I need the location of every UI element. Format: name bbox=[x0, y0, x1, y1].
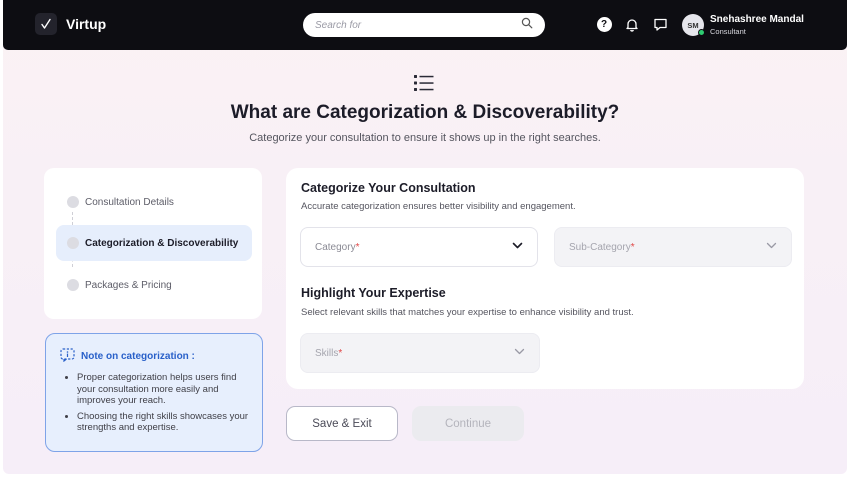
skills-select-label: Skills bbox=[315, 347, 339, 359]
category-select[interactable]: Category * bbox=[300, 227, 538, 267]
info-note-icon bbox=[60, 348, 75, 365]
brand-logo-icon bbox=[35, 13, 57, 35]
progress-stepper: Consultation Details Categorization & Di… bbox=[44, 168, 262, 319]
user-name[interactable]: Snehashree Mandal bbox=[710, 14, 804, 25]
brand-name: Virtup bbox=[66, 16, 107, 32]
step-label: Categorization & Discoverability bbox=[85, 237, 239, 249]
step-packages-pricing[interactable]: Packages & Pricing bbox=[56, 267, 252, 303]
user-role: Consultant bbox=[710, 27, 746, 36]
search-bar[interactable] bbox=[303, 13, 545, 37]
note-point: Proper categorization helps users find y… bbox=[77, 372, 250, 407]
categorization-note: Note on categorization : Proper categori… bbox=[45, 333, 263, 452]
subcategory-select-label: Sub-Category bbox=[569, 241, 631, 253]
expertise-section-description: Select relevant skills that matches your… bbox=[301, 307, 634, 318]
categorization-form-card: Categorize Your Consultation Accurate ca… bbox=[286, 168, 804, 389]
top-nav-bar: Virtup ? SM Snehashree Mandal Consultant bbox=[3, 0, 847, 50]
chevron-down-icon bbox=[514, 348, 525, 359]
step-label: Packages & Pricing bbox=[85, 279, 172, 291]
online-status-dot bbox=[698, 29, 705, 36]
chevron-down-icon bbox=[766, 242, 777, 253]
save-exit-button[interactable]: Save & Exit bbox=[286, 406, 398, 441]
step-dot bbox=[67, 279, 79, 291]
bell-icon[interactable] bbox=[623, 15, 641, 33]
page-title: What are Categorization & Discoverabilit… bbox=[230, 102, 620, 123]
step-dot bbox=[67, 237, 79, 249]
step-consultation-details[interactable]: Consultation Details bbox=[56, 184, 252, 220]
list-icon bbox=[413, 73, 435, 98]
help-icon[interactable]: ? bbox=[595, 15, 613, 33]
step-dot bbox=[67, 196, 79, 208]
categorize-section-title: Categorize Your Consultation bbox=[301, 181, 476, 195]
category-select-label: Category bbox=[315, 241, 356, 253]
step-categorization-discoverability[interactable]: Categorization & Discoverability bbox=[56, 225, 252, 261]
message-icon[interactable] bbox=[651, 15, 669, 33]
subcategory-select[interactable]: Sub-Category * bbox=[554, 227, 792, 267]
note-title: Note on categorization : bbox=[81, 351, 195, 362]
page: Virtup ? SM Snehashree Mandal Consultant bbox=[3, 0, 847, 474]
search-icon[interactable] bbox=[521, 16, 533, 34]
note-list: Proper categorization helps users find y… bbox=[60, 372, 250, 434]
step-label: Consultation Details bbox=[85, 196, 174, 208]
search-input[interactable] bbox=[315, 19, 521, 31]
required-mark: * bbox=[355, 241, 360, 253]
chevron-down-icon bbox=[512, 242, 523, 253]
required-mark: * bbox=[630, 241, 635, 253]
categorize-section-description: Accurate categorization ensures better v… bbox=[301, 201, 576, 212]
skills-select[interactable]: Skills * bbox=[300, 333, 540, 373]
expertise-section-title: Highlight Your Expertise bbox=[301, 286, 446, 300]
continue-button[interactable]: Continue bbox=[412, 406, 524, 441]
brand[interactable]: Virtup bbox=[35, 13, 106, 35]
note-point: Choosing the right skills showcases your… bbox=[77, 411, 250, 434]
required-mark: * bbox=[338, 347, 343, 359]
page-subtitle: Categorize your consultation to ensure i… bbox=[249, 132, 601, 144]
avatar[interactable]: SM bbox=[682, 14, 705, 36]
